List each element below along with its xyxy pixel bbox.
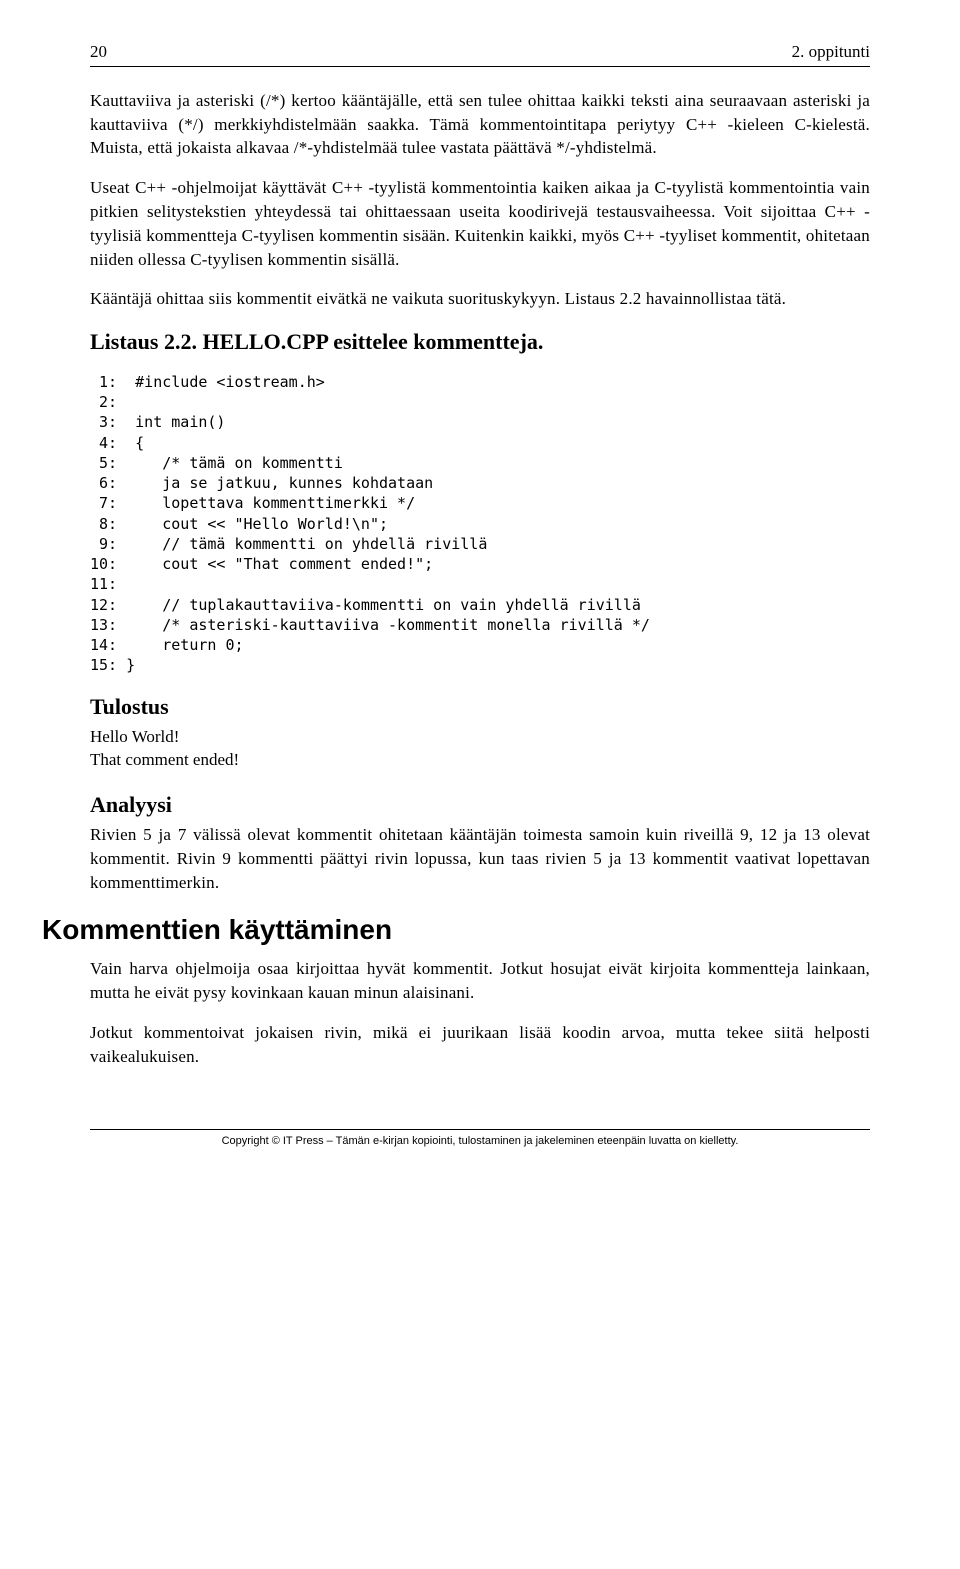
- page-header: 20 2. oppitunti: [90, 40, 870, 64]
- paragraph-4: Rivien 5 ja 7 välissä olevat kommentit o…: [90, 823, 870, 894]
- output-line-1: Hello World!: [90, 725, 870, 749]
- paragraph-5: Vain harva ohjelmoija osaa kirjoittaa hy…: [90, 957, 870, 1005]
- footer-copyright: Copyright © IT Press – Tämän e-kirjan ko…: [90, 1129, 870, 1149]
- output-block: Tulostus Hello World! That comment ended…: [90, 692, 870, 772]
- paragraph-6: Jotkut kommentoivat jokaisen rivin, mikä…: [90, 1021, 870, 1069]
- code-listing: 1: #include <iostream.h> 2: 3: int main(…: [90, 372, 870, 676]
- listing-title: Listaus 2.2. HELLO.CPP esittelee komment…: [90, 327, 870, 358]
- paragraph-1: Kauttaviiva ja asteriski (/*) kertoo kää…: [90, 89, 870, 160]
- analysis-title: Analyysi: [90, 790, 870, 821]
- header-divider: [90, 66, 870, 67]
- paragraph-3: Kääntäjä ohittaa siis kommentit eivätkä …: [90, 287, 870, 311]
- output-line-2: That comment ended!: [90, 748, 870, 772]
- output-title: Tulostus: [90, 692, 870, 723]
- paragraph-2: Useat C++ -ohjelmoijat käyttävät C++ -ty…: [90, 176, 870, 271]
- section-title: Kommenttien käyttäminen: [42, 910, 870, 949]
- page-number: 20: [90, 40, 107, 64]
- chapter-title: 2. oppitunti: [792, 40, 870, 64]
